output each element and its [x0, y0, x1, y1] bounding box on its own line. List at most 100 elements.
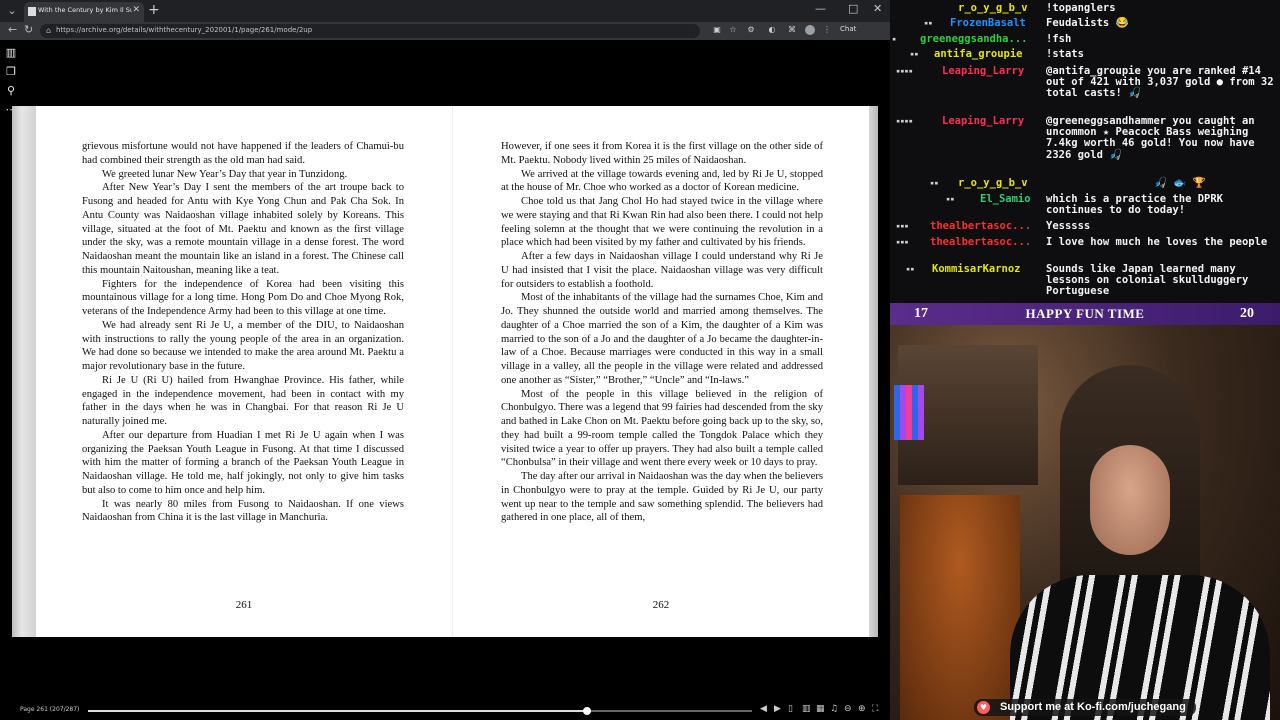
search-icon[interactable]: ⚲ [4, 84, 18, 98]
banner-left-number: 17 [914, 306, 928, 321]
chat-username[interactable]: r_o_y_g_b_v [958, 2, 1028, 14]
address-bar[interactable]: ⌂ https://archive.org/details/withthecen… [40, 24, 700, 38]
page-number: 262 [652, 599, 670, 611]
paragraph: After New Year’s Day I sent the members … [82, 182, 404, 276]
close-icon[interactable]: ✕ [132, 5, 140, 15]
page-number: 261 [235, 599, 253, 611]
kofi-badge: ♥ Support me at Ko-fi.com/juchegang [974, 699, 1196, 716]
paragraph: We greeted lunar New Year’s Day that yea… [102, 168, 348, 180]
chat-username[interactable]: KommisarKarnoz [932, 263, 1021, 275]
page-text: grievous misfortune would not have happe… [82, 140, 404, 525]
chat-badges: ▪ [892, 35, 897, 43]
read-aloud-icon[interactable]: ♫ [830, 704, 838, 714]
back-icon[interactable]: ← [8, 23, 17, 36]
profile-icon[interactable] [805, 25, 815, 35]
page-slider[interactable] [88, 707, 752, 715]
ko-fi-cup-icon: ♥ [977, 701, 990, 714]
chat-button[interactable]: Chat [840, 25, 856, 33]
chat-username[interactable]: Leaping_Larry [942, 115, 1024, 127]
webcam-feed [890, 325, 1280, 720]
reader-bottom-bar: Page 261 (207/287) ◀ ▶ ▯ ▥ ▦ ♫ ⊖ ⊕ ⛶ [0, 702, 890, 720]
book-icon[interactable]: ▥ [4, 46, 18, 60]
next-page-icon[interactable]: ▶ [774, 704, 781, 714]
led-lights [894, 385, 924, 440]
chat-text: Sounds like Japan learned many lessons o… [1046, 263, 1255, 298]
menu-icon[interactable]: ⋮ [822, 25, 832, 35]
chat-username[interactable]: thealbertasoc... [930, 220, 1031, 232]
chat-username[interactable]: El_Samio [980, 193, 1031, 205]
stream-banner: HAPPY FUN TIME 17 20 [890, 303, 1280, 325]
zoom-in-icon[interactable]: ⊕ [858, 704, 866, 714]
page-stack-right [869, 106, 878, 637]
chat-badges: ▪▪ [906, 265, 915, 273]
url-text: https://archive.org/details/withthecentu… [56, 26, 313, 34]
thumbnail-view-icon[interactable]: ▦ [816, 704, 825, 714]
minimize-icon[interactable]: — [815, 2, 826, 15]
paragraph: It was nearly 80 miles from Fusong to Na… [82, 498, 404, 524]
tab-search-icon[interactable]: ⌄ [4, 3, 20, 19]
chat-username[interactable]: Leaping_Larry [942, 65, 1024, 77]
paragraph: However, if one sees it from Korea it is… [501, 141, 823, 166]
pages-icon[interactable]: ❐ [4, 65, 18, 79]
chat-username[interactable]: FrozenBasalt [950, 17, 1026, 29]
browser-tab[interactable]: With the Century by Kim Il Sung ( ✕ [24, 2, 144, 22]
chat-badges: ▪▪▪ [896, 238, 909, 246]
banner-title: HAPPY FUN TIME [1025, 306, 1145, 321]
paragraph: We arrived at the village towards evenin… [501, 168, 823, 194]
paragraph: grievous misfortune would not have happe… [82, 141, 404, 166]
chat-text: @antifa_groupie you are ranked #14 out o… [1046, 65, 1280, 100]
extension-icon[interactable]: ⚙ [746, 25, 756, 35]
extension-icon[interactable]: ◐ [767, 25, 777, 35]
page-stack-left [12, 106, 36, 637]
zoom-out-icon[interactable]: ⊖ [844, 704, 852, 714]
chair [900, 495, 1020, 720]
prev-page-icon[interactable]: ◀ [760, 704, 767, 714]
fullscreen-icon[interactable]: ⛶ [872, 704, 878, 714]
page-slider-handle[interactable] [582, 707, 591, 715]
browser-toolbar: ← ↻ ⌂ https://archive.org/details/withth… [0, 22, 890, 40]
extension-icon[interactable]: ☆ [728, 25, 738, 35]
two-page-view-icon[interactable]: ▥ [802, 704, 811, 714]
streamer-face [1090, 445, 1170, 555]
chat-username[interactable]: thealbertasoc... [930, 236, 1031, 248]
reload-icon[interactable]: ↻ [24, 23, 33, 36]
lock-icon: ⌂ [46, 26, 52, 35]
book-page-left[interactable]: grievous misfortune would not have happe… [36, 106, 452, 637]
chat-badges: ▪▪ [946, 195, 955, 203]
paragraph: The day after our arrival in Naidaoshan … [501, 471, 823, 524]
banner-right-number: 20 [1240, 306, 1254, 321]
chat-badges: ▪▪▪▪ [896, 67, 913, 75]
browser-window: ⌄ With the Century by Kim Il Sung ( ✕ + … [0, 0, 890, 720]
paragraph: Most of the inhabitants of the village h… [501, 292, 823, 386]
chat-badges: ▪▪▪▪ [896, 117, 913, 125]
extension-icon[interactable]: ⌘ [787, 25, 797, 35]
tab-title: With the Century by Kim Il Sung ( [38, 6, 132, 14]
chat-text: 🎣 🐟 🏆 [1154, 177, 1206, 189]
one-page-view-icon[interactable]: ▯ [788, 704, 793, 714]
paragraph: Choe told us that Jang Chol Ho had staye… [501, 196, 823, 249]
page-indicator: Page 261 (207/287) [20, 706, 80, 713]
chat-username[interactable]: greeneggsandha... [920, 33, 1027, 45]
maximize-icon[interactable]: □ [848, 2, 858, 15]
chat-username[interactable]: r_o_y_g_b_v [958, 177, 1028, 189]
chat-text: !fsh [1046, 33, 1072, 45]
chat-text: I love how much he loves the people [1046, 236, 1268, 248]
favicon-icon [28, 7, 36, 16]
paragraph: Ri Je U (Ri U) hailed from Hwanghae Prov… [82, 374, 404, 427]
book-page-right[interactable]: However, if one sees it from Korea it is… [452, 106, 869, 637]
chat-username[interactable]: antifa_groupie [934, 48, 1023, 60]
extension-icon[interactable]: ▣ [712, 25, 722, 35]
page-slider-fill [88, 710, 587, 712]
chat-text: @greeneggsandhammer you caught an uncomm… [1046, 115, 1261, 161]
paragraph: Most of the people in this village belie… [501, 388, 823, 469]
chat-text: !stats [1046, 48, 1084, 60]
chat-badges: ▪▪ [924, 19, 933, 27]
plus-icon[interactable]: + [148, 2, 160, 18]
chat-badges: ▪▪▪ [896, 222, 909, 230]
chat-badges: ▪▪ [910, 50, 919, 58]
close-window-icon[interactable]: ✕ [873, 2, 882, 15]
paragraph: After our departure from Huadian I met R… [82, 429, 404, 496]
tab-bar: ⌄ With the Century by Kim Il Sung ( ✕ + … [0, 0, 890, 22]
paragraph: Fighters for the independence of Korea h… [82, 278, 404, 318]
chat-badges: ▪▪ [930, 179, 939, 187]
